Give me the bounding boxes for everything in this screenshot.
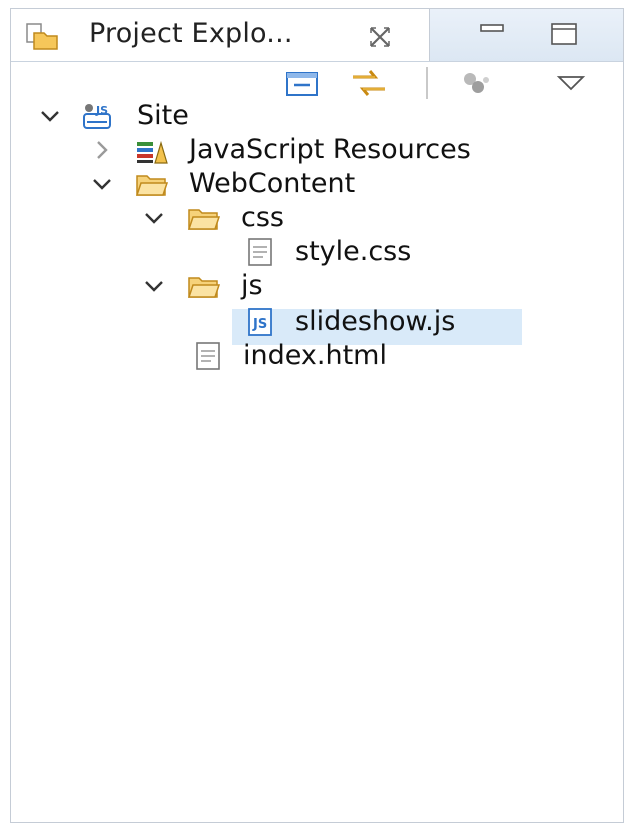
library-icon	[137, 140, 168, 164]
tree-node-label: index.html	[243, 340, 387, 371]
tree-node-index-html[interactable]: index.html	[11, 339, 623, 373]
project-explorer-tab[interactable]: Project Explo...	[11, 9, 430, 61]
chevron-down-icon[interactable]	[91, 173, 113, 195]
tree-node-slideshow-js[interactable]: JS slideshow.js	[11, 305, 623, 339]
maximize-icon[interactable]	[549, 21, 579, 47]
project-explorer-panel: Project Explo... JS Site JavaScript Reso…	[10, 8, 624, 823]
chevron-right-icon[interactable]	[91, 139, 113, 161]
chevron-down-icon[interactable]	[143, 207, 165, 229]
folder-open-icon	[135, 175, 169, 196]
svg-text:JS: JS	[95, 104, 108, 117]
tree-node-js[interactable]: js	[11, 269, 623, 303]
file-icon	[248, 238, 272, 266]
tree-node-style-css[interactable]: style.css	[11, 235, 623, 269]
tree-node-webcontent[interactable]: WebContent	[11, 167, 623, 201]
tree-node-label: slideshow.js	[295, 306, 456, 337]
tree-node-label: js	[241, 270, 263, 301]
tree-node-css[interactable]: css	[11, 201, 623, 235]
link-with-editor-icon[interactable]	[349, 67, 389, 99]
tree-node-label: style.css	[295, 236, 412, 267]
tree-node-label: Site	[137, 100, 189, 131]
tree-node-label: WebContent	[189, 168, 356, 199]
chevron-down-icon[interactable]	[39, 105, 61, 127]
close-icon[interactable]	[367, 24, 393, 50]
folder-open-icon	[187, 209, 221, 230]
toolbar-separator	[426, 67, 428, 99]
tab-title: Project Explo...	[89, 18, 293, 49]
chevron-down-icon[interactable]	[143, 275, 165, 297]
tree-node-site[interactable]: JS Site	[11, 99, 623, 133]
folder-open-icon	[187, 277, 221, 298]
tree-node-label: css	[241, 202, 284, 233]
file-icon	[196, 342, 220, 370]
tree-node-javascript-resources[interactable]: JavaScript Resources	[11, 133, 623, 167]
collapse-all-icon[interactable]	[283, 67, 323, 99]
project-explorer-icon	[26, 23, 58, 50]
js-file-icon: JS	[248, 308, 272, 336]
filters-icon[interactable]	[456, 67, 496, 99]
svg-text:JS: JS	[252, 317, 267, 332]
view-tab-bar: Project Explo...	[11, 9, 623, 62]
view-menu-icon[interactable]	[551, 67, 591, 99]
tree-node-label: JavaScript Resources	[189, 134, 471, 165]
minimize-icon[interactable]	[477, 21, 507, 47]
js-project-icon: JS	[83, 104, 111, 129]
